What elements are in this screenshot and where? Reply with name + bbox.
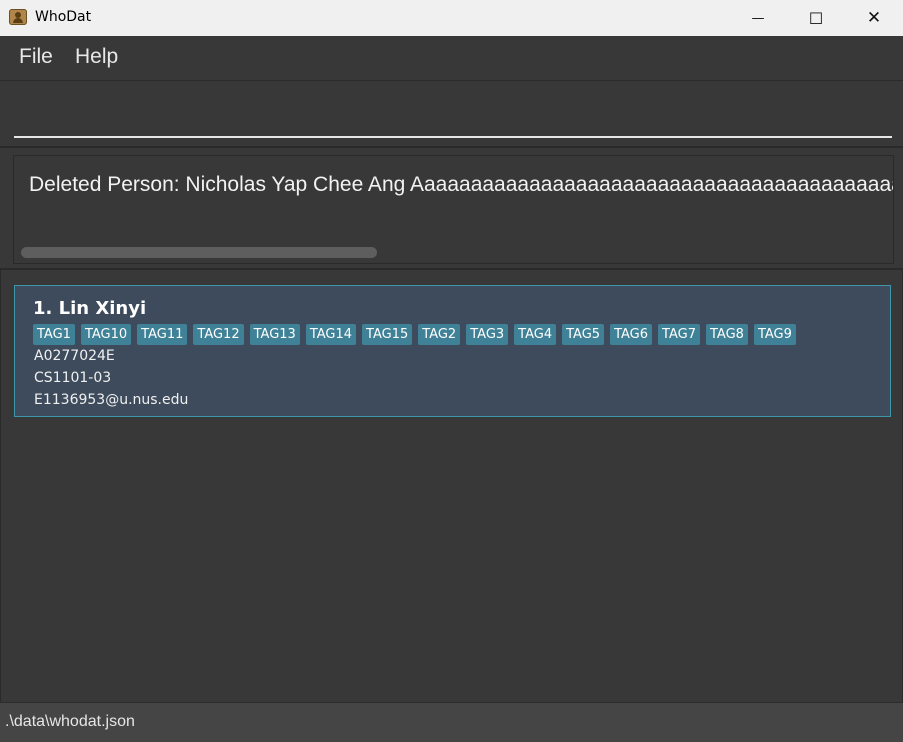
person-list: 1. Lin Xinyi TAG1 TAG10 TAG11 TAG12 TAG1… xyxy=(0,270,903,702)
app-contact-icon xyxy=(9,9,27,25)
minimize-button[interactable]: — xyxy=(729,0,787,36)
command-input[interactable] xyxy=(14,110,892,138)
horizontal-scrollbar[interactable] xyxy=(21,247,377,258)
close-icon: ✕ xyxy=(866,8,882,28)
tag: TAG9 xyxy=(753,324,796,345)
window-title: WhoDat xyxy=(35,9,92,25)
tag: TAG8 xyxy=(705,324,748,345)
tag: TAG4 xyxy=(514,324,557,345)
close-button[interactable]: ✕ xyxy=(845,0,903,36)
result-message: Deleted Person: Nicholas Yap Chee Ang Aa… xyxy=(29,173,894,196)
tag: TAG3 xyxy=(466,324,509,345)
person-name: 1. Lin Xinyi xyxy=(33,298,147,319)
person-card[interactable]: 1. Lin Xinyi TAG1 TAG10 TAG11 TAG12 TAG1… xyxy=(14,285,891,417)
menu-bar: File Help xyxy=(0,36,903,81)
tag: TAG2 xyxy=(418,324,461,345)
tag: TAG5 xyxy=(562,324,605,345)
title-bar: WhoDat — ☐ ✕ xyxy=(0,0,903,36)
email: E1136953@u.nus.edu xyxy=(34,392,189,408)
tag: TAG15 xyxy=(362,324,413,345)
command-box xyxy=(0,82,903,148)
tag: TAG13 xyxy=(249,324,300,345)
student-id: A0277024E xyxy=(34,348,115,364)
minimize-icon: — xyxy=(751,10,765,26)
maximize-icon: ☐ xyxy=(808,8,824,28)
menu-file[interactable]: File xyxy=(19,45,53,69)
tag: TAG12 xyxy=(193,324,244,345)
result-display: Deleted Person: Nicholas Yap Chee Ang Aa… xyxy=(13,155,894,264)
tag: TAG6 xyxy=(610,324,653,345)
result-display-pane: Deleted Person: Nicholas Yap Chee Ang Aa… xyxy=(0,148,903,270)
menu-help[interactable]: Help xyxy=(75,45,118,69)
tag: TAG11 xyxy=(137,324,188,345)
tag-list: TAG1 TAG10 TAG11 TAG12 TAG13 TAG14 TAG15… xyxy=(33,324,796,345)
tag: TAG1 xyxy=(33,324,75,345)
tag: TAG7 xyxy=(658,324,700,345)
tag: TAG10 xyxy=(80,324,132,345)
class-group: CS1101-03 xyxy=(34,370,112,386)
tag: TAG14 xyxy=(305,324,357,345)
maximize-button[interactable]: ☐ xyxy=(787,0,845,36)
save-file-path: .\data\whodat.json xyxy=(5,713,135,730)
status-bar: .\data\whodat.json xyxy=(0,702,903,742)
